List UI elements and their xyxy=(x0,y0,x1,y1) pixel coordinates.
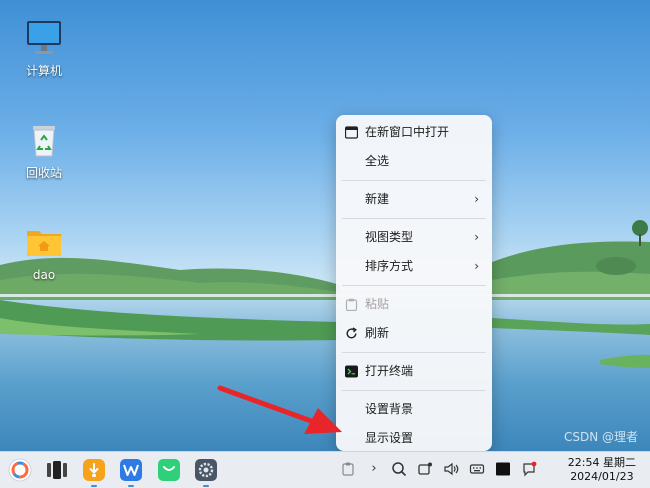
terminal-icon xyxy=(345,365,358,378)
menu-item-set-wallpaper[interactable]: 设置背景 xyxy=(336,395,492,424)
recycle-bin-icon xyxy=(33,126,55,157)
menu-item-label: 新建 xyxy=(365,192,390,206)
app-store-taskbar-button[interactable] xyxy=(82,458,106,487)
volume-icon[interactable] xyxy=(443,461,459,477)
keyboard-icon[interactable] xyxy=(469,461,485,477)
clipboard-tray-icon[interactable] xyxy=(340,461,356,477)
desktop-context-menu: 在新窗口中打开 全选 新建 › 视图类型 › 排序方式 › 粘贴 刷新 打开终端… xyxy=(336,115,492,451)
menu-item-open-terminal[interactable]: 打开终端 xyxy=(336,357,492,386)
menu-separator xyxy=(342,180,486,181)
chevron-right-icon[interactable]: › xyxy=(366,461,382,477)
trash-desktop-icon[interactable]: 回收站 xyxy=(14,120,74,181)
menu-item-label: 设置背景 xyxy=(365,402,414,416)
menu-item-open-in-new-window[interactable]: 在新窗口中打开 xyxy=(336,118,492,147)
wechat-taskbar-button[interactable] xyxy=(157,458,181,482)
chevron-right-icon: › xyxy=(474,192,479,206)
app-store-icon xyxy=(83,459,105,481)
menu-item-label: 在新窗口中打开 xyxy=(365,125,450,139)
menu-item-sort-by[interactable]: 排序方式 › xyxy=(336,252,492,281)
menu-separator xyxy=(342,285,486,286)
folder-home-icon xyxy=(27,231,61,256)
desktop-icon-label: 回收站 xyxy=(25,166,62,180)
chevron-right-icon: › xyxy=(474,230,479,244)
menu-item-label: 打开终端 xyxy=(365,364,414,378)
gear-icon xyxy=(195,459,217,481)
running-indicator xyxy=(91,485,97,487)
menu-item-label: 视图类型 xyxy=(365,230,414,244)
terminal-tray-icon[interactable] xyxy=(495,461,511,477)
menu-item-label: 刷新 xyxy=(365,326,390,340)
watermark-text: CSDN @理者 xyxy=(563,430,638,444)
running-indicator xyxy=(203,485,209,487)
clipboard-icon xyxy=(345,298,358,311)
menu-item-refresh[interactable]: 刷新 xyxy=(336,319,492,348)
launcher-icon[interactable] xyxy=(8,458,32,482)
menu-separator xyxy=(342,352,486,353)
taskbar: › 22:54 星期二 2024/01/23 xyxy=(0,451,650,488)
menu-item-display-settings[interactable]: 显示设置 xyxy=(336,424,492,451)
monitor-icon xyxy=(27,21,61,54)
wps-taskbar-button[interactable] xyxy=(119,458,143,487)
desktop[interactable]: 计算机 回收站 dao 在新窗口中打开 全选 新建 › 视图类型 › 排序方式 … xyxy=(0,0,650,451)
notification-icon[interactable] xyxy=(521,461,537,477)
search-icon[interactable] xyxy=(391,461,407,477)
chevron-right-icon: › xyxy=(474,259,479,273)
menu-separator xyxy=(342,390,486,391)
new-window-icon xyxy=(345,126,358,139)
clock-date: 2024/01/23 xyxy=(570,470,634,483)
menu-item-label: 全选 xyxy=(365,154,390,168)
refresh-icon xyxy=(346,327,357,339)
shopping-bag-icon xyxy=(158,459,180,481)
menu-item-view-type[interactable]: 视图类型 › xyxy=(336,223,492,252)
red-arrow-annotation xyxy=(217,385,342,434)
menu-item-label: 显示设置 xyxy=(365,431,414,445)
multitask-view-icon[interactable] xyxy=(45,458,69,482)
menu-item-select-all[interactable]: 全选 xyxy=(336,147,492,176)
menu-item-paste: 粘贴 xyxy=(336,290,492,319)
settings-taskbar-button[interactable] xyxy=(194,458,218,487)
menu-separator xyxy=(342,218,486,219)
screen-recorder-icon[interactable] xyxy=(417,461,433,477)
computer-desktop-icon[interactable]: 计算机 xyxy=(14,18,74,79)
wps-office-icon xyxy=(120,459,142,481)
running-indicator xyxy=(128,485,134,487)
clock-time: 22:54 星期二 xyxy=(567,456,636,469)
folder-desktop-icon[interactable]: dao xyxy=(14,222,74,283)
desktop-icon-label: dao xyxy=(32,268,56,282)
menu-item-new[interactable]: 新建 › xyxy=(336,185,492,214)
menu-item-label: 排序方式 xyxy=(365,259,414,273)
menu-item-label: 粘贴 xyxy=(365,297,390,311)
desktop-icon-label: 计算机 xyxy=(25,64,62,78)
clock[interactable]: 22:54 星期二 2024/01/23 xyxy=(568,456,636,484)
